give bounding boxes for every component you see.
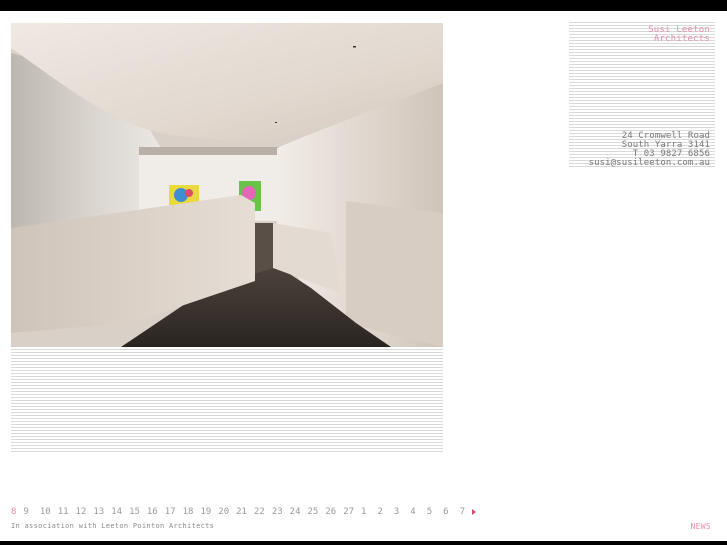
- page-link-20[interactable]: 20: [218, 507, 229, 517]
- page-link-9[interactable]: 9: [23, 507, 28, 517]
- project-photo: [11, 23, 443, 347]
- page-link-4[interactable]: 4: [410, 507, 415, 517]
- top-bar: [0, 0, 727, 11]
- caption-panel: [11, 349, 443, 454]
- page-link-26[interactable]: 26: [325, 507, 336, 517]
- page-link-10[interactable]: 10: [40, 507, 51, 517]
- page-link-1[interactable]: 1: [361, 507, 366, 517]
- image-pager: 8 9 10 11 12 13 14 15 16 17 18 19 20 21 …: [11, 506, 476, 518]
- info-panel: Susi Leeton Architects 24 Cromwell Road …: [569, 22, 715, 169]
- page-link-3[interactable]: 3: [394, 507, 399, 517]
- page-link-16[interactable]: 16: [147, 507, 158, 517]
- page-link-8[interactable]: 8: [11, 507, 16, 517]
- page-link-27[interactable]: 27: [343, 507, 354, 517]
- news-link[interactable]: NEWS: [691, 522, 711, 531]
- page-link-12[interactable]: 12: [76, 507, 87, 517]
- page-link-14[interactable]: 14: [111, 507, 122, 517]
- page-link-25[interactable]: 25: [308, 507, 319, 517]
- page-link-6[interactable]: 6: [443, 507, 448, 517]
- page-link-21[interactable]: 21: [236, 507, 247, 517]
- page-link-17[interactable]: 17: [165, 507, 176, 517]
- page-link-24[interactable]: 24: [290, 507, 301, 517]
- firm-name-line2: Architects: [653, 34, 710, 44]
- page-link-7[interactable]: 7: [460, 507, 465, 517]
- page-link-2[interactable]: 2: [377, 507, 382, 517]
- page-link-19[interactable]: 19: [200, 507, 211, 517]
- triangle-right-icon[interactable]: [471, 509, 476, 515]
- association-note: In association with Leeton Pointon Archi…: [11, 522, 215, 530]
- page-link-11[interactable]: 11: [58, 507, 69, 517]
- bottom-bar: [0, 541, 727, 545]
- address-block: 24 Cromwell Road South Yarra 3141 T 03 9…: [589, 132, 710, 168]
- page-link-13[interactable]: 13: [93, 507, 104, 517]
- address-email[interactable]: susi@susileeton.com.au: [589, 159, 710, 168]
- page-link-22[interactable]: 22: [254, 507, 265, 517]
- page-link-23[interactable]: 23: [272, 507, 283, 517]
- page-link-15[interactable]: 15: [129, 507, 140, 517]
- firm-name[interactable]: Susi Leeton Architects: [648, 26, 710, 44]
- page-link-5[interactable]: 5: [427, 507, 432, 517]
- page-link-18[interactable]: 18: [183, 507, 194, 517]
